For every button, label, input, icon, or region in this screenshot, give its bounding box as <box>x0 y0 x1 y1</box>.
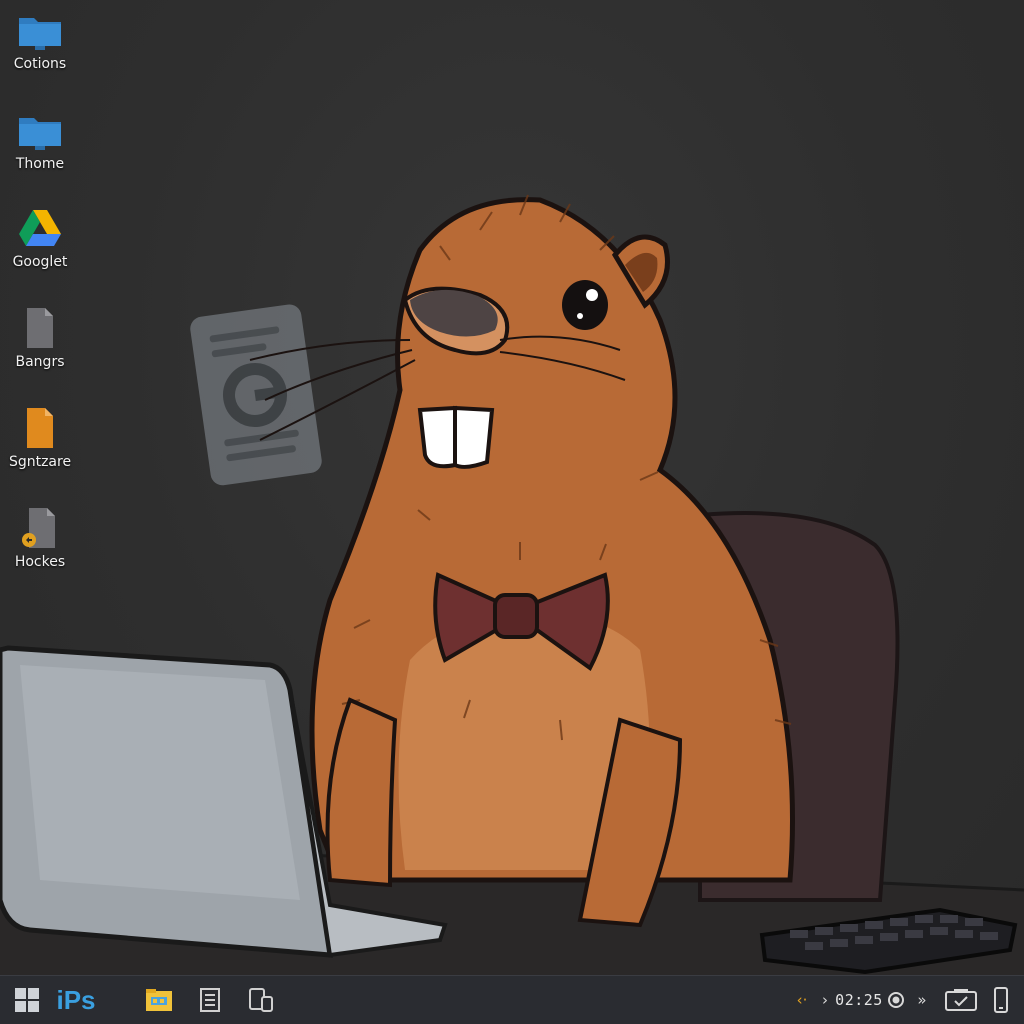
start-button[interactable] <box>6 976 48 1024</box>
taskbar-notepad[interactable] <box>192 976 228 1024</box>
tray-arrow-left: ‹· <box>796 991 808 1009</box>
tray-overflow-right[interactable]: › <box>816 976 834 1024</box>
desktop-icon-googlet[interactable]: Googlet <box>0 206 80 270</box>
desktop-wallpaper: Cotions Thome Googlet Bangrs Sgntzare Ho… <box>0 0 1024 976</box>
taskbar-devices[interactable] <box>242 976 280 1024</box>
desktop-icon-label: Thome <box>15 156 65 172</box>
phone-icon <box>994 987 1008 1013</box>
desktop-icon-label: Hockes <box>14 554 66 570</box>
devices-icon <box>249 988 273 1012</box>
tray-record[interactable] <box>884 976 908 1024</box>
tray-forward[interactable]: » <box>910 976 934 1024</box>
desktop-icon-cotions[interactable]: Cotions <box>0 8 80 72</box>
tray-forward-glyph: » <box>917 991 927 1009</box>
beaver-character <box>249 194 795 928</box>
desktop-icon-bangrs[interactable]: Bangrs <box>0 306 80 370</box>
tray-clock[interactable]: 02:25 <box>835 976 883 1024</box>
tray-arrow-right: › <box>822 991 828 1009</box>
taskbar-app-ips[interactable]: iPs <box>50 976 102 1024</box>
shortcut-document-icon <box>22 508 55 548</box>
windows-start-icon <box>15 988 39 1012</box>
orange-document-icon <box>27 408 53 448</box>
desktop-icon-label: Googlet <box>12 254 68 270</box>
document-icon <box>27 308 53 348</box>
desktop-icon-label: Sgntzare <box>8 454 72 470</box>
folder-icon <box>19 18 61 50</box>
beaver-scene-artwork <box>0 194 1024 976</box>
google-drive-icon <box>19 210 61 246</box>
tray-phone[interactable] <box>986 976 1016 1024</box>
floating-google-doc-icon <box>190 304 322 486</box>
taskbar: iPs ‹· › 02:25 » <box>0 975 1024 1024</box>
desktop-icon-label: Cotions <box>13 56 67 72</box>
desktop-icon-hockes[interactable]: Hockes <box>0 506 80 570</box>
tray-overflow-left[interactable]: ‹· <box>790 976 814 1024</box>
notepad-icon <box>200 988 220 1012</box>
desktop-icon-label: Bangrs <box>15 354 65 370</box>
clock-time: 02:25 <box>835 991 883 1009</box>
file-explorer-icon <box>146 989 172 1011</box>
tray-action-center[interactable] <box>940 976 982 1024</box>
taskbar-file-explorer[interactable] <box>140 976 178 1024</box>
taskbar-app-label: iPs <box>56 984 96 1015</box>
record-icon <box>888 992 904 1008</box>
desktop-icon-sgntzare[interactable]: Sgntzare <box>0 406 80 470</box>
tablet-check-icon <box>945 989 977 1011</box>
desktop-icon-thome[interactable]: Thome <box>0 108 80 172</box>
folder-icon <box>19 118 61 150</box>
